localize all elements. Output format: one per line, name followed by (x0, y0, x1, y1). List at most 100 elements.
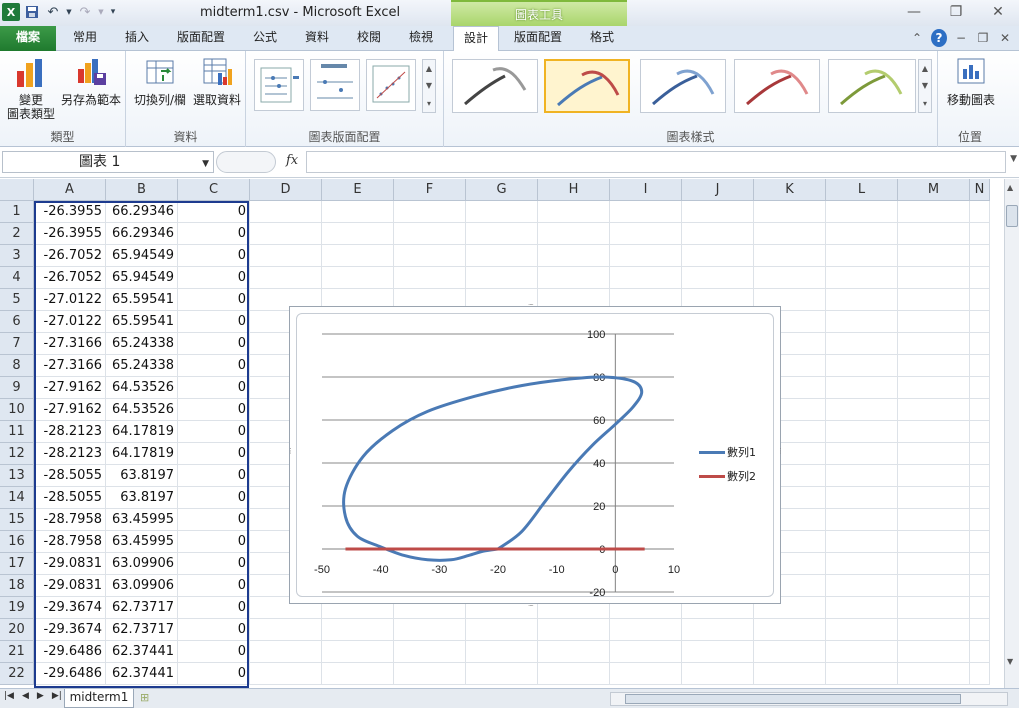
cell-b[interactable]: 65.94549 (106, 245, 178, 267)
cell-empty[interactable] (898, 641, 970, 663)
cell-empty[interactable] (610, 663, 682, 685)
name-box-dropdown-icon[interactable]: ▼ (202, 154, 209, 174)
cell-empty[interactable] (898, 399, 970, 421)
cell-c[interactable]: 0 (178, 245, 250, 267)
cell-empty[interactable] (970, 289, 990, 311)
cell-empty[interactable] (394, 641, 466, 663)
cell-empty[interactable] (970, 377, 990, 399)
tab-formulas[interactable]: 公式 (242, 26, 288, 51)
cell-empty[interactable] (538, 641, 610, 663)
chart-style-1[interactable] (452, 59, 538, 113)
cell-empty[interactable] (970, 245, 990, 267)
cell-a[interactable]: -29.6486 (34, 641, 106, 663)
horizontal-scrollbar[interactable] (610, 692, 1008, 706)
cell-empty[interactable] (394, 223, 466, 245)
cell-a[interactable]: -29.0831 (34, 575, 106, 597)
cell-empty[interactable] (394, 663, 466, 685)
cell-b[interactable]: 63.09906 (106, 553, 178, 575)
cell-empty[interactable] (970, 619, 990, 641)
tab-page-layout[interactable]: 版面配置 (168, 26, 234, 51)
chart-legend[interactable]: 數列1 數列2 (699, 440, 756, 488)
tab-chart-design[interactable]: 設計 (453, 26, 499, 52)
cell-empty[interactable] (682, 663, 754, 685)
cell-a[interactable]: -28.2123 (34, 421, 106, 443)
tab-file[interactable]: 檔案 (0, 26, 56, 51)
cell-empty[interactable] (466, 641, 538, 663)
cell-empty[interactable] (682, 641, 754, 663)
cell-a[interactable]: -29.3674 (34, 619, 106, 641)
cell-empty[interactable] (826, 575, 898, 597)
cell-empty[interactable] (970, 509, 990, 531)
redo-icon[interactable]: ↷ (76, 3, 94, 21)
cell-a[interactable]: -28.5055 (34, 487, 106, 509)
cell-empty[interactable] (898, 421, 970, 443)
cell-empty[interactable] (610, 245, 682, 267)
cell-c[interactable]: 0 (178, 531, 250, 553)
row-header[interactable]: 9 (0, 377, 34, 399)
cell-b[interactable]: 62.37441 (106, 663, 178, 685)
insert-sheet-icon[interactable]: ⊞ (140, 691, 158, 706)
select-all-corner[interactable] (0, 179, 34, 201)
styles-more-icon[interactable]: ▾ (923, 99, 927, 108)
next-sheet-icon[interactable]: ▶ (37, 691, 44, 701)
cell-empty[interactable] (826, 421, 898, 443)
cell-c[interactable]: 0 (178, 421, 250, 443)
cell-empty[interactable] (538, 201, 610, 223)
save-as-template-button[interactable]: 另存為範本 (58, 57, 124, 107)
column-header-i[interactable]: I (610, 179, 682, 201)
cell-empty[interactable] (250, 245, 322, 267)
cell-empty[interactable] (394, 267, 466, 289)
tab-review[interactable]: 校閱 (346, 26, 392, 51)
row-header[interactable]: 15 (0, 509, 34, 531)
row-header[interactable]: 16 (0, 531, 34, 553)
cell-empty[interactable] (682, 223, 754, 245)
cell-empty[interactable] (970, 223, 990, 245)
chart-resize-handle-left[interactable]: ⋮ (287, 447, 294, 455)
cell-empty[interactable] (538, 245, 610, 267)
cell-empty[interactable] (394, 619, 466, 641)
move-chart-button[interactable]: 移動圖表 (942, 57, 1000, 107)
cell-c[interactable]: 0 (178, 465, 250, 487)
cell-a[interactable]: -27.9162 (34, 377, 106, 399)
cell-b[interactable]: 65.59541 (106, 311, 178, 333)
cell-b[interactable]: 66.29346 (106, 201, 178, 223)
cell-a[interactable]: -27.3166 (34, 333, 106, 355)
cell-empty[interactable] (682, 245, 754, 267)
cell-empty[interactable] (826, 553, 898, 575)
tab-chart-layout[interactable]: 版面配置 (505, 26, 571, 51)
cell-empty[interactable] (754, 201, 826, 223)
cell-empty[interactable] (826, 597, 898, 619)
row-header[interactable]: 22 (0, 663, 34, 685)
cell-b[interactable]: 63.45995 (106, 509, 178, 531)
cell-empty[interactable] (826, 641, 898, 663)
cell-b[interactable]: 65.24338 (106, 333, 178, 355)
cell-empty[interactable] (898, 597, 970, 619)
cell-c[interactable]: 0 (178, 597, 250, 619)
column-header-g[interactable]: G (466, 179, 538, 201)
cell-empty[interactable] (898, 619, 970, 641)
chart-resize-handle-right[interactable]: ⋮ (777, 447, 784, 455)
cell-empty[interactable] (898, 333, 970, 355)
formula-bar-splitter[interactable] (216, 151, 276, 173)
cell-b[interactable]: 65.59541 (106, 289, 178, 311)
cell-empty[interactable] (466, 663, 538, 685)
switch-row-column-button[interactable]: 切換列/欄 (130, 57, 190, 107)
cell-empty[interactable] (970, 267, 990, 289)
tab-data[interactable]: 資料 (294, 26, 340, 51)
cell-empty[interactable] (322, 641, 394, 663)
tab-home[interactable]: 常用 (60, 26, 110, 51)
row-header[interactable]: 21 (0, 641, 34, 663)
cell-a[interactable]: -26.3955 (34, 223, 106, 245)
row-header[interactable]: 8 (0, 355, 34, 377)
cell-empty[interactable] (610, 641, 682, 663)
chart-resize-handle-top[interactable]: ···· (528, 301, 534, 309)
vertical-scrollbar[interactable]: ▲ ▼ (1004, 179, 1019, 688)
save-icon[interactable] (23, 3, 41, 21)
cell-empty[interactable] (898, 355, 970, 377)
cell-empty[interactable] (250, 663, 322, 685)
name-box[interactable]: 圖表 1 ▼ (2, 151, 214, 173)
cell-a[interactable]: -29.6486 (34, 663, 106, 685)
row-header[interactable]: 6 (0, 311, 34, 333)
cell-empty[interactable] (250, 619, 322, 641)
column-header-h[interactable]: H (538, 179, 610, 201)
